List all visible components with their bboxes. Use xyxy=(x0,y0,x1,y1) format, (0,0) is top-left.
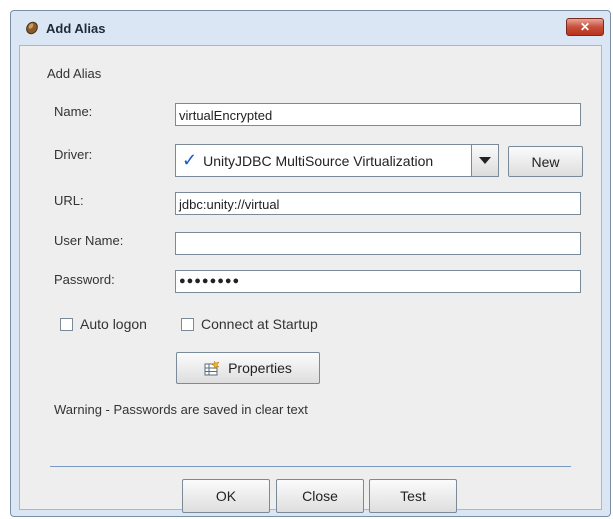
properties-button[interactable]: Properties xyxy=(176,352,320,384)
user-name-label: User Name: xyxy=(54,233,124,248)
auto-logon-checkbox[interactable] xyxy=(60,317,73,331)
name-field[interactable]: virtualEncrypted xyxy=(175,103,581,126)
properties-icon xyxy=(204,360,220,376)
new-driver-button[interactable]: New xyxy=(508,146,583,177)
url-label: URL: xyxy=(54,193,84,208)
add-alias-dialog: Add Alias ✕ Add Alias Name: virtualEncry… xyxy=(10,10,611,517)
connect-startup-option[interactable]: Connect at Startup xyxy=(181,316,318,332)
dialog-content: Add Alias Name: virtualEncrypted Driver:… xyxy=(19,45,602,513)
password-label: Password: xyxy=(54,272,115,287)
separator xyxy=(50,466,571,467)
url-field[interactable]: jdbc:unity://virtual xyxy=(175,192,581,215)
ok-button[interactable]: OK xyxy=(182,479,270,513)
driver-label: Driver: xyxy=(54,147,93,162)
panel-header: Add Alias xyxy=(47,66,102,81)
driver-select[interactable]: ✓ UnityJDBC MultiSource Virtualization xyxy=(175,144,498,177)
alias-icon xyxy=(26,21,38,35)
name-label: Name: xyxy=(54,104,93,119)
password-field[interactable]: ●●●●●●●● xyxy=(175,270,581,293)
connect-startup-label: Connect at Startup xyxy=(201,316,318,332)
properties-label: Properties xyxy=(228,360,292,376)
connect-startup-checkbox[interactable] xyxy=(181,317,194,331)
title-bar[interactable]: Add Alias ✕ xyxy=(11,11,610,45)
password-warning: Warning - Passwords are saved in clear t… xyxy=(54,402,308,417)
user-name-field[interactable] xyxy=(175,232,581,255)
close-button[interactable]: Close xyxy=(276,479,364,513)
check-icon: ✓ xyxy=(182,150,198,170)
window-title: Add Alias xyxy=(46,21,106,36)
close-icon: ✕ xyxy=(579,20,591,34)
driver-value: UnityJDBC MultiSource Virtualization xyxy=(203,152,434,169)
chevron-down-icon xyxy=(479,157,491,164)
auto-logon-label: Auto logon xyxy=(80,316,147,332)
test-button[interactable]: Test xyxy=(369,479,457,513)
auto-logon-option[interactable]: Auto logon xyxy=(60,316,147,332)
driver-dropdown-button[interactable] xyxy=(471,144,499,177)
close-window-button[interactable]: ✕ xyxy=(566,18,604,36)
